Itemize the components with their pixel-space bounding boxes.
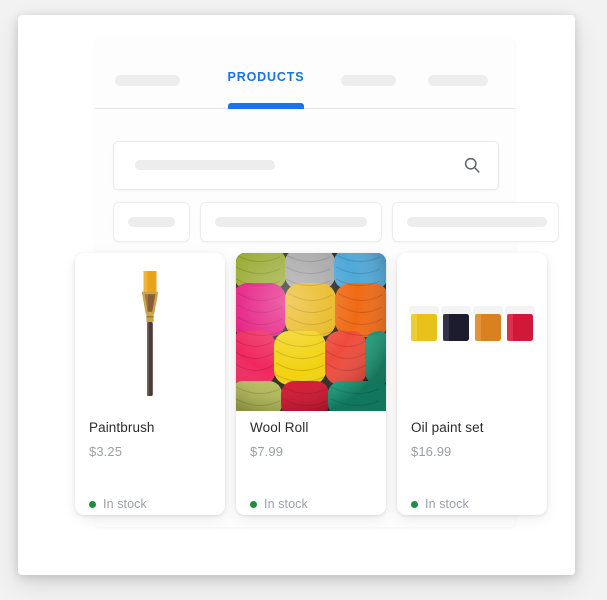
filter-chip-3-label — [407, 217, 547, 227]
outer-card: PRODUCTS Paintbrush $3.25 In stock Wool … — [18, 15, 575, 575]
filter-chip-1-label — [128, 217, 175, 227]
product-price: $3.25 — [89, 444, 123, 459]
product-image-oil-paint-set — [397, 253, 547, 411]
search-input[interactable] — [113, 141, 499, 190]
status-dot-icon — [411, 500, 418, 508]
product-card[interactable]: Wool Roll $7.99 In stock — [236, 253, 386, 515]
product-grid: Paintbrush $3.25 In stock Wool Roll $7.9… — [75, 253, 547, 515]
status-label: In stock — [264, 497, 308, 511]
filter-chip-2[interactable] — [200, 202, 382, 242]
status-dot-icon — [89, 500, 96, 508]
product-title: Oil paint set — [411, 420, 484, 435]
tab-placeholder-1[interactable] — [115, 75, 180, 86]
status-badge: In stock — [411, 497, 469, 511]
status-label: In stock — [103, 497, 147, 511]
status-label: In stock — [425, 497, 469, 511]
tab-placeholder-3[interactable] — [428, 75, 488, 86]
status-badge: In stock — [250, 497, 308, 511]
filter-chip-2-label — [215, 217, 367, 227]
tab-active-indicator — [228, 103, 304, 109]
filter-chip-1[interactable] — [113, 202, 190, 242]
search-placeholder-bar — [135, 160, 275, 170]
search-icon[interactable] — [462, 155, 482, 175]
tab-bar-divider — [95, 108, 515, 109]
product-card[interactable]: Oil paint set $16.99 In stock — [397, 253, 547, 515]
screenshot-stage: PRODUCTS Paintbrush $3.25 In stock Wool … — [0, 0, 607, 600]
product-info: Paintbrush $3.25 In stock — [75, 411, 225, 511]
wool-yarn-icon — [236, 253, 386, 411]
paint-jars-icon — [409, 306, 535, 341]
tab-products[interactable]: PRODUCTS — [220, 70, 312, 84]
tab-placeholder-2[interactable] — [341, 75, 396, 86]
product-info: Wool Roll $7.99 In stock — [236, 411, 386, 511]
status-dot-icon — [250, 500, 257, 508]
product-title: Paintbrush — [89, 420, 155, 435]
product-price: $7.99 — [250, 444, 284, 459]
product-title: Wool Roll — [250, 420, 309, 435]
product-price: $16.99 — [411, 444, 452, 459]
product-info: Oil paint set $16.99 In stock — [397, 411, 547, 511]
filter-chip-3[interactable] — [392, 202, 559, 242]
product-image-paintbrush — [75, 253, 225, 411]
status-badge: In stock — [89, 497, 147, 511]
paintbrush-icon — [141, 271, 159, 396]
product-card[interactable]: Paintbrush $3.25 In stock — [75, 253, 225, 515]
product-image-wool-roll — [236, 253, 386, 411]
tab-bar: PRODUCTS — [95, 59, 515, 109]
